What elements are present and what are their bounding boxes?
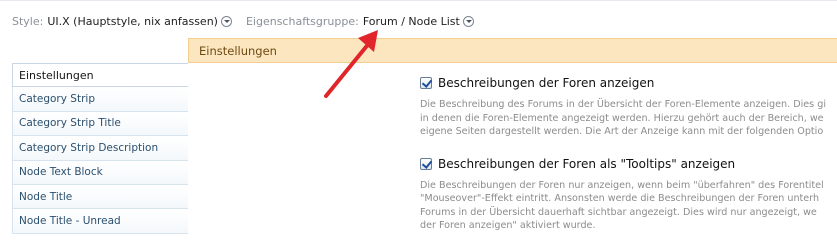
- option-show-descriptions: Beschreibungen der Foren anzeigen: [420, 74, 837, 92]
- show-descriptions-checkbox[interactable]: [420, 77, 432, 89]
- sidebar-item-node-title[interactable]: Node Title: [12, 184, 188, 210]
- style-value[interactable]: UI.X (Hauptstyle, nix anfassen): [47, 15, 218, 28]
- sidebar-item-node-title-unread[interactable]: Node Title - Unread: [12, 209, 188, 234]
- description-line: Forums in der Übersicht dauerhaft sichtb…: [420, 206, 817, 218]
- section-heading: Einstellungen: [188, 38, 837, 63]
- description-line: "Mouseover"-Effekt eintritt. Ansonsten w…: [420, 193, 820, 204]
- sidebar-item-category-strip[interactable]: Category Strip: [12, 87, 188, 112]
- show-descriptions-label[interactable]: Beschreibungen der Foren anzeigen: [438, 76, 654, 90]
- property-group-dropdown-icon[interactable]: [462, 15, 474, 27]
- tooltips-label[interactable]: Beschreibungen der Foren als "Tooltips" …: [438, 157, 735, 171]
- sidebar-item-category-strip-title[interactable]: Category Strip Title: [12, 111, 188, 137]
- description-line: Die Beschreibungen der Foren nur anzeige…: [420, 179, 824, 191]
- sidebar-item-einstellungen[interactable]: Einstellungen: [12, 63, 188, 88]
- description-line: eigene Seiten dargestellt werden. Die Ar…: [420, 126, 824, 137]
- tooltips-explain: Die Beschreibungen der Foren nur anzeige…: [420, 179, 837, 233]
- sidebar-item-category-strip-description[interactable]: Category Strip Description: [12, 136, 188, 161]
- style-selector-bar: Style: UI.X (Hauptstyle, nix anfassen) E…: [12, 13, 474, 29]
- top-divider: [0, 0, 837, 5]
- style-dropdown-icon[interactable]: [220, 15, 232, 27]
- tooltips-checkbox[interactable]: [420, 157, 432, 170]
- description-line: Die Beschreibung des Forums in der Übers…: [420, 99, 826, 110]
- settings-content: Beschreibungen der Foren anzeigen Die Be…: [420, 74, 837, 233]
- option-descriptions-as-tooltips: Beschreibungen der Foren als "Tooltips" …: [420, 155, 837, 173]
- property-sidebar: Einstellungen Category Strip Category St…: [12, 63, 188, 234]
- show-descriptions-explain: Die Beschreibung des Forums in der Übers…: [420, 98, 837, 139]
- annotation-arrow-icon: [324, 30, 378, 98]
- description-line: in denen die Foren-Elemente angezeigt we…: [420, 112, 824, 124]
- sidebar-item-node-text-block[interactable]: Node Text Block: [12, 160, 188, 185]
- description-line: der Foren anzeigen" aktiviert wurde.: [420, 220, 596, 231]
- style-label: Style:: [12, 14, 44, 28]
